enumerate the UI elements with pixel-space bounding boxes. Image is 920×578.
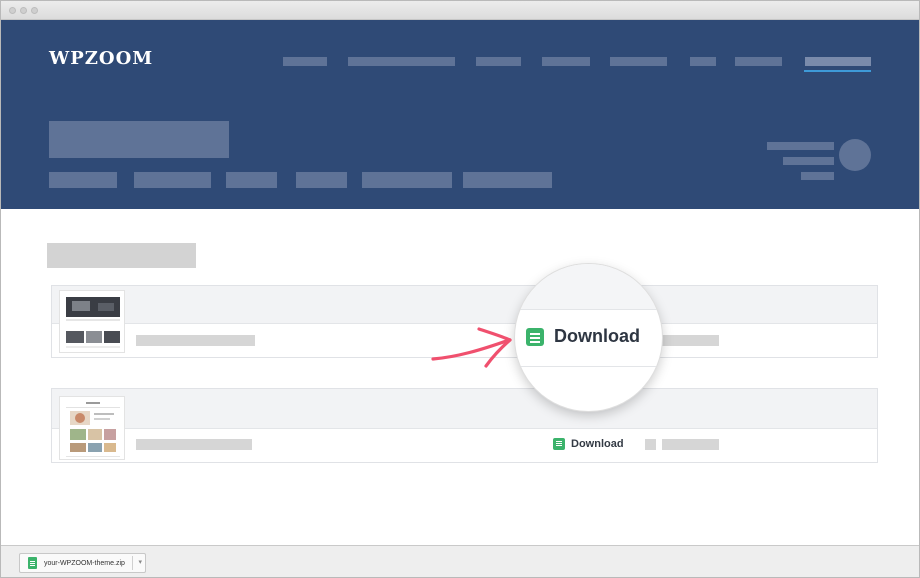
nav-item[interactable] [476, 57, 521, 66]
close-window-button[interactable] [9, 7, 16, 14]
theme-card: Download [51, 388, 878, 463]
theme-name-placeholder [136, 335, 255, 346]
subnav-item[interactable] [226, 172, 277, 188]
document-icon [526, 327, 544, 346]
downloaded-file-item[interactable]: your-WPZOOM-theme.zip ▾ [19, 553, 146, 573]
section-title-placeholder [47, 243, 196, 268]
magnifier-callout: Download [515, 264, 662, 411]
download-button[interactable]: Download [553, 437, 624, 451]
download-button-magnified[interactable]: Download [526, 326, 640, 347]
chip-divider [132, 556, 133, 570]
avatar[interactable] [839, 139, 871, 171]
active-nav-underline [804, 70, 871, 72]
subnav-item[interactable] [134, 172, 211, 188]
downloads-bar: your-WPZOOM-theme.zip ▾ [1, 545, 919, 577]
zip-file-icon [28, 557, 37, 569]
wpzoom-logo[interactable]: WPZOOM [49, 48, 153, 69]
version-placeholder [662, 439, 719, 450]
nav-item[interactable] [348, 57, 455, 66]
account-line [783, 157, 834, 165]
document-icon [553, 438, 565, 450]
subnav-item[interactable] [49, 172, 117, 188]
page-title-placeholder [49, 121, 229, 158]
chevron-down-icon[interactable]: ▾ [138, 558, 142, 566]
browser-window: WPZOOM Download Download your-WPZOOM-the… [0, 0, 920, 578]
theme-thumbnail [59, 290, 125, 353]
file-name: your-WPZOOM-theme.zip [44, 559, 125, 567]
nav-item[interactable] [283, 57, 327, 66]
account-line [801, 172, 834, 180]
minimize-window-button[interactable] [20, 7, 27, 14]
theme-name-placeholder [136, 439, 252, 450]
theme-thumbnail-art [60, 291, 124, 352]
theme-thumbnail-art [60, 397, 124, 459]
pointer-arrow-icon [431, 327, 512, 368]
download-label: Download [554, 326, 640, 346]
version-placeholder [662, 335, 719, 346]
subnav-item[interactable] [362, 172, 452, 188]
subnav-item[interactable] [296, 172, 347, 188]
theme-thumbnail [59, 396, 125, 460]
card-header-strip [52, 389, 877, 429]
magnified-header-strip [515, 264, 662, 309]
download-label: Download [571, 438, 624, 450]
title-bar [1, 1, 919, 20]
nav-item-active[interactable] [805, 57, 871, 66]
site-header: WPZOOM [1, 20, 919, 209]
status-placeholder [645, 439, 656, 450]
nav-item[interactable] [735, 57, 782, 66]
card-header-strip [52, 286, 877, 324]
account-line [767, 142, 834, 150]
zoom-window-button[interactable] [31, 7, 38, 14]
nav-item[interactable] [542, 57, 590, 66]
nav-item[interactable] [610, 57, 667, 66]
nav-item[interactable] [690, 57, 716, 66]
subnav-item[interactable] [463, 172, 552, 188]
